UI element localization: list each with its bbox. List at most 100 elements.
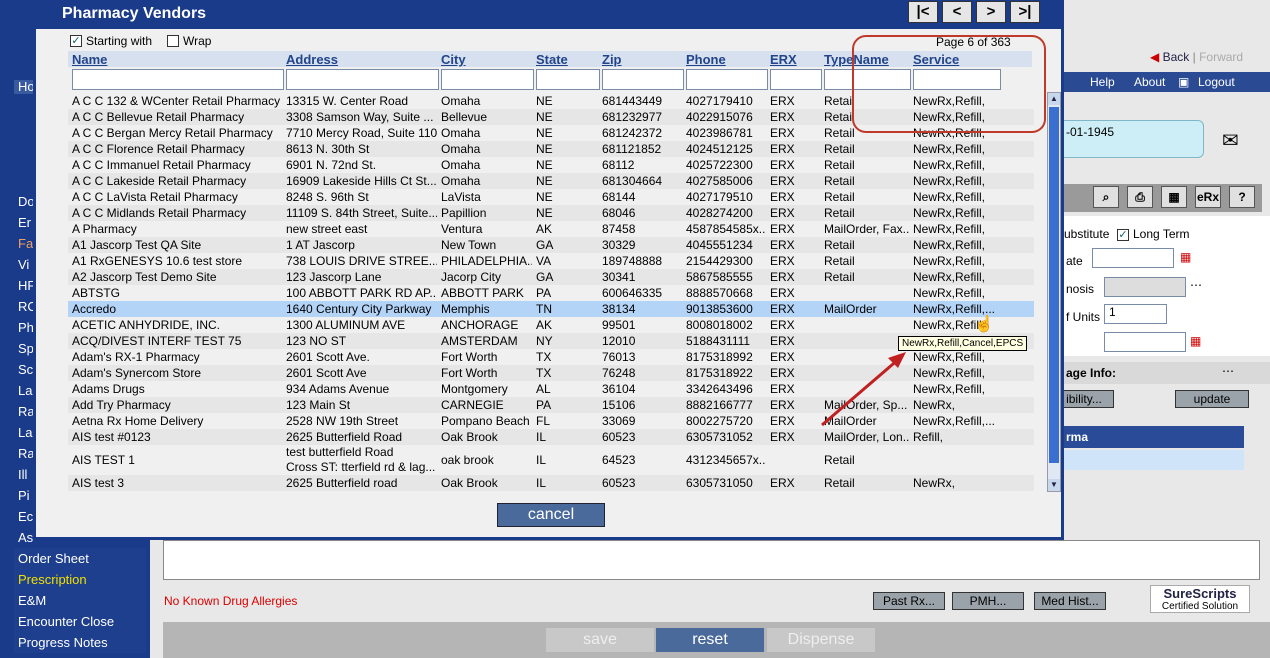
cell-erx: ERX bbox=[770, 366, 795, 380]
cell-city: Fort Worth bbox=[441, 350, 498, 364]
filter-address-input[interactable] bbox=[286, 69, 439, 90]
help-button[interactable]: ? bbox=[1229, 186, 1255, 208]
dispense-button[interactable]: Dispense bbox=[767, 628, 875, 652]
update-button[interactable]: update bbox=[1175, 390, 1249, 408]
cancel-button[interactable]: cancel bbox=[497, 503, 605, 527]
nav-partial-item[interactable]: As bbox=[18, 531, 33, 545]
nav-partial-item[interactable]: Fa bbox=[18, 237, 33, 251]
back-link[interactable]: Back bbox=[1163, 50, 1190, 64]
nav-partial-item[interactable]: Sp bbox=[18, 342, 34, 356]
next-page-button[interactable]: > bbox=[976, 1, 1006, 23]
nav-prescription[interactable]: Prescription bbox=[14, 569, 146, 590]
scroll-up-icon[interactable]: ▲ bbox=[1048, 93, 1060, 105]
column-header-zip[interactable]: Zip bbox=[602, 52, 622, 67]
table-row[interactable]: Accredo 1640 Century City Parkway Memphis T… bbox=[68, 301, 1034, 317]
column-header-state[interactable]: State bbox=[536, 52, 568, 67]
search-icon[interactable]: ⌕ bbox=[1093, 186, 1119, 208]
scroll-down-icon[interactable]: ▼ bbox=[1048, 479, 1060, 491]
reset-button[interactable]: reset bbox=[656, 628, 764, 652]
nav-partial-item[interactable]: Ec bbox=[18, 510, 33, 524]
filter-city-input[interactable] bbox=[441, 69, 534, 90]
prev-page-button[interactable]: < bbox=[942, 1, 972, 23]
back-forward[interactable]: ◀ Back | Forward bbox=[1150, 50, 1243, 64]
table-row[interactable]: A2 Jascorp Test Demo Site 123 Jascorp Lan… bbox=[68, 269, 1034, 285]
table-row[interactable]: ACQ/DIVEST INTERF TEST 75 123 NO ST AMSTER… bbox=[68, 333, 1034, 349]
nav-partial-item[interactable]: Er bbox=[18, 216, 31, 230]
table-row[interactable]: A C C Florence Retail Pharmacy 8613 N. 30… bbox=[68, 141, 1034, 157]
nav-em[interactable]: E&M bbox=[14, 590, 146, 611]
save-button[interactable]: save bbox=[546, 628, 654, 652]
cell-city: PHILADELPHIA... bbox=[441, 254, 532, 268]
nav-order-sheet[interactable]: Order Sheet bbox=[14, 548, 146, 569]
print-icon[interactable]: ⎙ bbox=[1127, 186, 1153, 208]
nav-partial-item[interactable]: Vi bbox=[18, 258, 29, 272]
nav-progress-notes[interactable]: Progress Notes bbox=[14, 632, 146, 653]
filter-zip-input[interactable] bbox=[602, 69, 684, 90]
usage-more-icon[interactable]: ⋯ bbox=[1222, 364, 1234, 378]
cell-erx: ERX bbox=[770, 476, 795, 490]
calculator-icon[interactable]: ▦ bbox=[1161, 186, 1187, 208]
starting-with-option[interactable]: ✓ Starting with bbox=[70, 34, 152, 48]
nav-partial-item[interactable]: Ill bbox=[18, 468, 27, 482]
table-row[interactable]: A1 RxGENESYS 10.6 test store 738 LOUIS DR… bbox=[68, 253, 1034, 269]
column-header-city[interactable]: City bbox=[441, 52, 466, 67]
units-input[interactable]: 1 bbox=[1104, 304, 1167, 324]
table-row[interactable]: A C C Lakeside Retail Pharmacy 16909 Lake… bbox=[68, 173, 1034, 189]
first-page-button[interactable]: |< bbox=[908, 1, 938, 23]
forward-link[interactable]: Forward bbox=[1199, 50, 1243, 64]
table-row[interactable]: Aetna Rx Home Delivery 2528 NW 19th Stree… bbox=[68, 413, 1034, 429]
long-term-checkbox[interactable]: ✓ bbox=[1117, 227, 1129, 241]
table-row[interactable]: A C C Immanuel Retail Pharmacy 6901 N. 72… bbox=[68, 157, 1034, 173]
diagnosis-input[interactable] bbox=[1104, 277, 1186, 297]
logout-link[interactable]: Logout bbox=[1198, 75, 1235, 89]
table-row[interactable]: ABTSTG 100 ABBOTT PARK RD AP... ABBOTT PAR… bbox=[68, 285, 1034, 301]
column-header-name[interactable]: Name bbox=[72, 52, 107, 67]
filter-name-input[interactable] bbox=[72, 69, 284, 90]
wrap-checkbox[interactable] bbox=[167, 35, 179, 47]
about-link[interactable]: About bbox=[1134, 75, 1165, 89]
column-header-erx[interactable]: ERX bbox=[770, 52, 797, 67]
past-rx-button[interactable]: Past Rx... bbox=[873, 592, 945, 610]
table-row[interactable]: Adam's RX-1 Pharmacy 2601 Scott Ave. Fort … bbox=[68, 349, 1034, 365]
table-row[interactable]: A1 Jascorp Test QA Site 1 AT Jascorp New T… bbox=[68, 237, 1034, 253]
date-input[interactable] bbox=[1092, 248, 1174, 268]
calendar-icon[interactable]: ▦ bbox=[1180, 250, 1191, 264]
filter-erx-input[interactable] bbox=[770, 69, 822, 90]
grid-scrollbar[interactable]: ▲ ▼ bbox=[1047, 92, 1061, 492]
nav-partial-item[interactable]: Ph bbox=[18, 321, 34, 335]
calendar2-icon[interactable]: ▦ bbox=[1190, 334, 1201, 348]
table-row[interactable]: Adam's Synercom Store 2601 Scott Ave Fort … bbox=[68, 365, 1034, 381]
column-header-address[interactable]: Address bbox=[286, 52, 338, 67]
last-page-button[interactable]: >| bbox=[1010, 1, 1040, 23]
pmh-button[interactable]: PMH... bbox=[952, 592, 1024, 610]
table-row[interactable]: ACETIC ANHYDRIDE, INC. 1300 ALUMINUM AVE A… bbox=[68, 317, 1034, 333]
nav-partial-item[interactable]: La bbox=[18, 426, 32, 440]
table-row[interactable]: Add Try Pharmacy 123 Main St CARNEGIE PA 151… bbox=[68, 397, 1034, 413]
erx-button[interactable]: eRx bbox=[1195, 186, 1221, 208]
cell-service: NewRx,Refill, bbox=[913, 254, 986, 268]
wrap-option[interactable]: Wrap bbox=[167, 34, 211, 48]
scroll-thumb[interactable] bbox=[1049, 107, 1059, 463]
table-row[interactable]: AIS test 3 2625 Butterfield road Oak Brook… bbox=[68, 475, 1034, 491]
table-row[interactable]: A C C LaVista Retail Pharmacy 8248 S. 96t… bbox=[68, 189, 1034, 205]
diagnosis-more-icon[interactable]: ⋯ bbox=[1190, 278, 1202, 292]
nav-partial-item[interactable]: La bbox=[18, 384, 32, 398]
table-row[interactable]: Adams Drugs 934 Adams Avenue Montgomery AL 3… bbox=[68, 381, 1034, 397]
formulary-row[interactable] bbox=[1042, 450, 1244, 470]
med-hist-button[interactable]: Med Hist... bbox=[1034, 592, 1106, 610]
nav-encounter-close[interactable]: Encounter Close bbox=[14, 611, 146, 632]
table-row[interactable]: AIS TEST 1 test butterfield Road oak brook… bbox=[68, 445, 1034, 475]
filter-phone-input[interactable] bbox=[686, 69, 768, 90]
help-link[interactable]: Help bbox=[1090, 75, 1115, 89]
nav-partial-item[interactable]: Pi bbox=[18, 489, 30, 503]
table-row[interactable]: A Pharmacy new street east Ventura AK 87458 4… bbox=[68, 221, 1034, 237]
table-row[interactable]: AIS test #0123 2625 Butterfield Road Oak B… bbox=[68, 429, 1034, 445]
long-term-label: Long Term bbox=[1133, 227, 1190, 241]
nav-partial-item[interactable]: Sc bbox=[18, 363, 33, 377]
date2-input[interactable] bbox=[1104, 332, 1186, 352]
column-header-phone[interactable]: Phone bbox=[686, 52, 726, 67]
card-icon[interactable]: ✉ bbox=[1222, 128, 1239, 153]
table-row[interactable]: A C C Midlands Retail Pharmacy 11109 S. 8… bbox=[68, 205, 1034, 221]
starting-with-checkbox[interactable]: ✓ bbox=[70, 35, 82, 47]
filter-state-input[interactable] bbox=[536, 69, 600, 90]
